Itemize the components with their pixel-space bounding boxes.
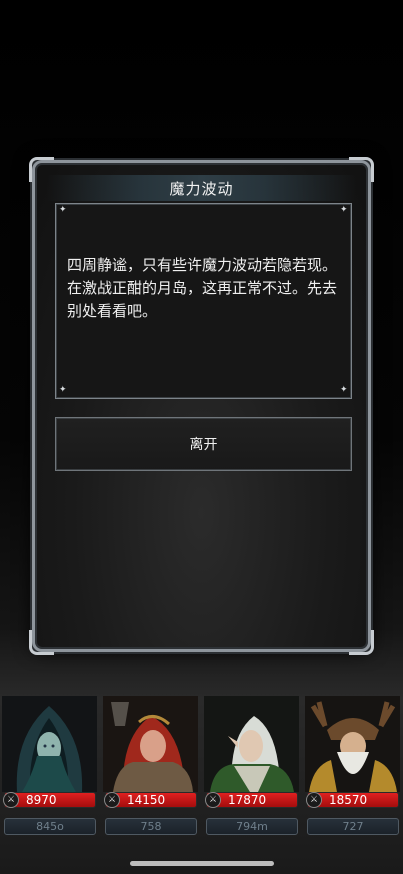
hero-portrait-red-haired-warrior	[103, 696, 198, 792]
sparkle-icon: ✦	[59, 205, 67, 215]
frame-corner-ornament	[349, 630, 374, 655]
hero-secondary-bar: 794m	[206, 818, 298, 835]
hero-secondary-value: 727	[342, 820, 364, 833]
hero-secondary-bar: 727	[307, 818, 399, 835]
hero-card[interactable]: ⚔ 14150 758	[101, 696, 200, 844]
leave-button[interactable]: 离开	[55, 417, 352, 471]
event-message: 四周静谧，只有些许魔力波动若隐若现。在激战正酣的月岛，这再正常不过。先去别处看看…	[67, 256, 338, 320]
hero-secondary-value: 845o	[36, 820, 64, 833]
hero-hp-bar: ⚔ 18570	[306, 792, 399, 808]
home-indicator[interactable]	[130, 861, 274, 866]
hero-card[interactable]: ⚔ 17870 794m	[202, 696, 301, 844]
hero-hp-bar: ⚔ 8970	[3, 792, 96, 808]
sword-icon: ⚔	[205, 792, 221, 808]
hero-hp-bar: ⚔ 17870	[205, 792, 298, 808]
dialog-title-bar: 魔力波动	[47, 175, 356, 201]
leave-button-label: 离开	[189, 437, 218, 453]
hero-secondary-bar: 845o	[4, 818, 96, 835]
sword-icon: ⚔	[3, 792, 19, 808]
hero-secondary-value: 758	[140, 820, 162, 833]
sparkle-icon: ✦	[59, 385, 67, 395]
sword-icon: ⚔	[104, 792, 120, 808]
party-bar: ⚔ 8970 845o ⚔ 14150 758 ⚔ 17870 794m ⚔ 1…	[0, 696, 403, 844]
hero-portrait-hooded-mage	[2, 696, 97, 792]
hero-portrait-elf-ranger	[204, 696, 299, 792]
hero-hp-value: 14150	[127, 793, 166, 807]
hero-hp-value: 8970	[26, 793, 57, 807]
hero-card[interactable]: ⚔ 18570 727	[303, 696, 402, 844]
frame-corner-ornament	[29, 630, 54, 655]
sparkle-icon: ✦	[340, 385, 348, 395]
sword-icon: ⚔	[306, 792, 322, 808]
message-panel: ✦ ✦ ✦ ✦ 四周静谧，只有些许魔力波动若隐若现。在激战正酣的月岛，这再正常不…	[55, 203, 352, 399]
event-dialog: 魔力波动 ✦ ✦ ✦ ✦ 四周静谧，只有些许魔力波动若隐若现。在激战正酣的月岛，…	[29, 157, 374, 655]
hero-hp-bar: ⚔ 14150	[104, 792, 197, 808]
dialog-title: 魔力波动	[169, 179, 234, 198]
hero-secondary-value: 794m	[236, 820, 268, 833]
hero-secondary-bar: 758	[105, 818, 197, 835]
sparkle-icon: ✦	[340, 205, 348, 215]
hero-hp-value: 17870	[228, 793, 267, 807]
hero-portrait-antlered-druid	[305, 696, 400, 792]
hero-card[interactable]: ⚔ 8970 845o	[0, 696, 99, 844]
hero-hp-value: 18570	[329, 793, 368, 807]
